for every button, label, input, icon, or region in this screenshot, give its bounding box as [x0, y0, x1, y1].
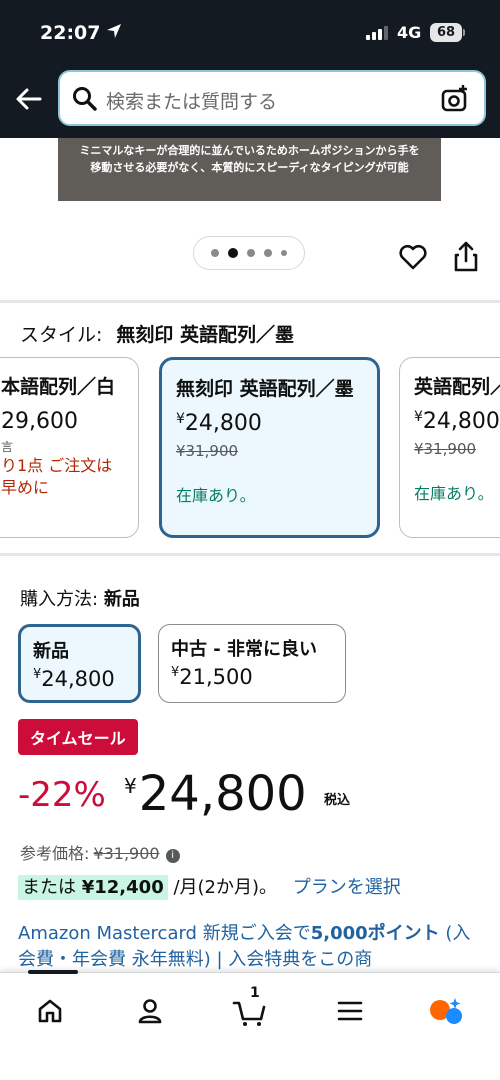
carousel-dot[interactable] [281, 250, 287, 256]
installment-amount: ¥12,400 [81, 877, 164, 898]
style-option-availability: 在庫あり。 [176, 486, 256, 505]
select-plan-link[interactable]: プランを選択 [293, 877, 401, 898]
promo-points: 5,000ポイント [310, 923, 440, 944]
section-divider [0, 553, 500, 556]
account-icon[interactable] [130, 991, 170, 1031]
installment-highlight: または ¥12,400 [18, 875, 168, 900]
style-option-price-value: 24,800 [184, 411, 262, 436]
home-icon[interactable] [30, 991, 70, 1031]
banner-line-2: 移動させる必要がなく、本質的にスピーディなタイピングが可能 [90, 161, 409, 174]
status-time-text: 22:07 [40, 22, 101, 44]
promo-text-1: Amazon Mastercard 新規ご入会で [18, 923, 311, 944]
style-option-name: 本語配列／白 [1, 376, 116, 398]
style-option-price-value: 24,800 [422, 409, 500, 434]
heart-icon[interactable] [398, 242, 428, 276]
network-type: 4G [397, 23, 422, 42]
tax-included-label: 税込 [324, 793, 351, 808]
condition-name: 中古 - 非常に良い [171, 639, 318, 660]
carousel-dot[interactable] [211, 249, 219, 257]
product-image-banner[interactable]: ミニマルなキーが合理的に並んでいるためホームポジションから手を 移動させる必要が… [58, 138, 441, 201]
currency-symbol: ¥ [124, 774, 137, 798]
rufus-icon[interactable] [426, 991, 466, 1031]
deal-price: ¥24,800 [124, 766, 307, 822]
purchase-label: 購入方法: [20, 589, 99, 610]
condition-price-value: 24,800 [41, 667, 115, 691]
location-arrow-icon [106, 22, 122, 44]
stock-warning-line-1: り1点 ご注文は [1, 456, 113, 475]
style-option-card[interactable]: 本語配列／白 29,600 言 り1点 ご注文は 早めに [0, 357, 139, 538]
condition-price: ¥21,500 [171, 665, 333, 689]
style-option-card-selected[interactable]: 無刻印 英語配列／墨 ¥24,800 ¥31,900 在庫あり。 [159, 357, 380, 538]
condition-option-new[interactable]: 新品 ¥24,800 [18, 624, 141, 703]
carousel-dot-active[interactable] [228, 248, 238, 258]
condition-price-value: 21,500 [179, 665, 253, 689]
active-tab-indicator [28, 970, 78, 974]
carousel-dot[interactable] [264, 249, 272, 257]
share-icon[interactable] [452, 240, 480, 278]
top-bar: 22:07 4G 68 検索または質問する [0, 0, 500, 138]
condition-name: 新品 [33, 641, 69, 662]
cart-count: 1 [250, 985, 260, 1001]
purchase-selected: 新品 [103, 589, 140, 610]
condition-option-used[interactable]: 中古 - 非常に良い ¥21,500 [158, 624, 346, 703]
installment-prefix: または [22, 877, 76, 898]
signal-icon [366, 26, 388, 40]
discount-percent: -22% [18, 775, 106, 815]
condition-price: ¥24,800 [33, 667, 126, 691]
style-option-availability: 在庫あり。 [414, 484, 494, 503]
battery-icon: 68 [430, 23, 462, 42]
section-divider [0, 300, 500, 303]
mastercard-promo-link[interactable]: Amazon Mastercard 新規ご入会で5,000ポイント (入会費・年… [18, 921, 488, 973]
carousel-dot[interactable] [247, 249, 255, 257]
deal-price-value: 24,800 [138, 766, 307, 822]
style-selected: 無刻印 英語配列／墨 [116, 324, 295, 346]
search-bar[interactable]: 検索または質問する [58, 70, 486, 126]
style-option-price: 29,600 [1, 409, 78, 434]
style-option-price: ¥24,800 [414, 409, 500, 434]
style-option-note: 言 [1, 440, 14, 454]
style-option-name: 無刻印 英語配列／墨 [176, 378, 354, 400]
banner-line-1: ミニマルなキーが合理的に並んでいるためホームポジションから手を [79, 144, 420, 157]
status-time: 22:07 [40, 22, 122, 44]
style-option-list-price: ¥31,900 [176, 442, 239, 460]
info-icon[interactable]: i [165, 849, 180, 863]
style-option-price: ¥24,800 [176, 411, 363, 436]
camera-search-icon[interactable] [440, 84, 470, 118]
reference-price: ¥31,900 [93, 844, 160, 863]
stock-warning-line-2: 早めに [1, 478, 50, 497]
style-option-list-price: ¥31,900 [414, 440, 477, 458]
menu-icon[interactable] [330, 991, 370, 1031]
style-option-card[interactable]: 英語配列／ ¥24,800 ¥31,900 在庫あり。 [399, 357, 500, 538]
battery-tip [463, 29, 465, 36]
image-carousel-dots[interactable] [193, 236, 305, 270]
style-label: スタイル: [20, 324, 103, 346]
reference-price-row: 参考価格: ¥31,900 i [20, 840, 180, 864]
installment-suffix: /月(2か月)。 [173, 877, 278, 898]
product-page: 22:07 4G 68 検索または質問する ミニマルなキーが合理的に並んでいるた… [0, 0, 500, 1080]
time-sale-badge: タイムセール [18, 719, 138, 755]
purchase-method-heading: 購入方法: 新品 [20, 585, 140, 611]
currency-symbol: ¥ [414, 409, 423, 425]
search-placeholder: 検索または質問する [106, 91, 278, 113]
search-icon [72, 86, 98, 116]
style-heading: スタイル: 無刻印 英語配列／墨 [20, 320, 294, 347]
currency-symbol: ¥ [176, 411, 185, 427]
installment-row: または ¥12,400 /月(2か月)。 プランを選択 [18, 873, 401, 900]
reference-price-label: 参考価格: [20, 844, 90, 863]
back-arrow-icon[interactable] [14, 84, 44, 114]
style-option-name: 英語配列／ [414, 376, 500, 398]
